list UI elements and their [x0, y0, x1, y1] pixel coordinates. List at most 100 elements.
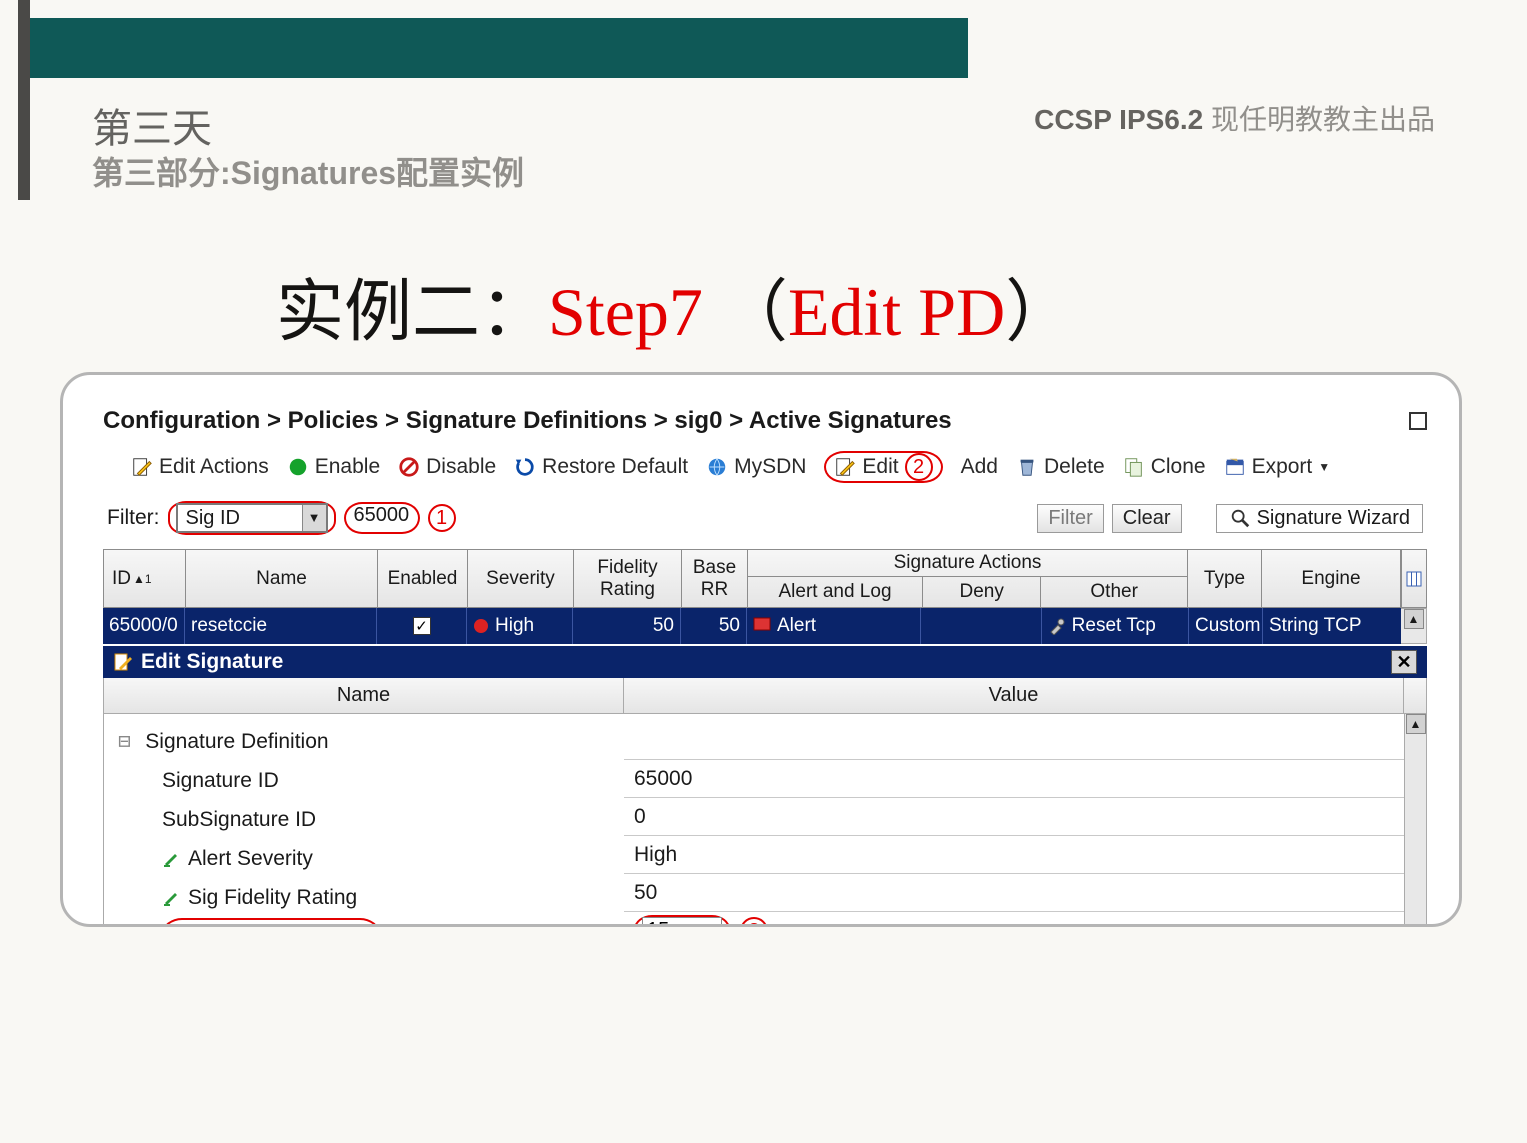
screenshot-frame: Configuration > Policies > Signature Def… [60, 372, 1462, 927]
filter-clear-button[interactable]: Clear [1112, 504, 1182, 533]
col-severity[interactable]: Severity [468, 550, 574, 607]
filter-row: Filter: Sig ID ▼ 65000 1 Filter Clear Si… [103, 497, 1427, 549]
filter-field-value: Sig ID [178, 506, 302, 531]
export-icon [1224, 456, 1246, 478]
annotation-2: 2 [905, 453, 933, 481]
column-chooser-button[interactable] [1401, 549, 1427, 608]
col-type[interactable]: Type [1188, 550, 1262, 607]
mysdn-icon [706, 456, 728, 478]
enabled-checkbox[interactable]: ✓ [413, 617, 431, 635]
ccsp-tail: 现任明教教主出品 [1203, 104, 1435, 135]
maximize-icon[interactable] [1409, 412, 1427, 430]
enable-icon [287, 456, 309, 478]
prop-col-name[interactable]: Name [104, 678, 624, 713]
annotation-3: 3 [740, 917, 768, 928]
col-alert-log[interactable]: Alert and Log [748, 577, 923, 607]
cell-deny [921, 608, 1041, 644]
val-pd: 3 [624, 912, 1404, 927]
toolbar: Edit Actions Enable Disable Restore Defa… [103, 441, 1427, 497]
export-button[interactable]: Export ▼ [1224, 455, 1331, 479]
cell-other: Reset Tcp [1042, 608, 1189, 644]
tool-icon [1048, 617, 1066, 635]
col-fidelity[interactable]: Fidelity Rating [574, 550, 682, 607]
delete-button[interactable]: Delete [1016, 455, 1105, 479]
edit-button[interactable]: Edit 2 [824, 451, 942, 483]
col-other[interactable]: Other [1041, 577, 1187, 607]
pd-label-highlight: Promiscuous Delta [162, 918, 380, 927]
chevron-down-icon[interactable]: ▼ [302, 505, 326, 531]
restore-icon [514, 456, 536, 478]
tree-promiscuous-delta[interactable]: Promiscuous Delta [118, 917, 616, 927]
val-fidelity[interactable]: 50 [624, 874, 1404, 912]
filter-field-highlight: Sig ID ▼ [168, 501, 336, 535]
wizard-icon [1229, 507, 1251, 529]
grid-header: ID▲1 Name Enabled Severity Fidelity Rati… [103, 549, 1401, 608]
tree-subsig-id[interactable]: SubSignature ID [118, 800, 616, 839]
col-enabled[interactable]: Enabled [378, 550, 468, 607]
enable-button[interactable]: Enable [287, 455, 380, 479]
add-label: Add [961, 455, 998, 479]
edit-actions-button[interactable]: Edit Actions [131, 455, 269, 479]
col-id[interactable]: ID▲1 [104, 550, 186, 607]
edit-actions-label: Edit Actions [159, 455, 269, 479]
disable-button[interactable]: Disable [398, 455, 496, 479]
editable-icon [162, 889, 180, 907]
tree-group[interactable]: ⊟ Signature Definition [118, 722, 616, 761]
tree-fidelity[interactable]: Sig Fidelity Rating [118, 878, 616, 917]
filter-label: Filter: [107, 506, 160, 530]
scroll-up-icon[interactable]: ▲ [1404, 609, 1424, 629]
title-red2: Edit PD [788, 274, 1005, 350]
title-lead: 实例二： [276, 274, 548, 350]
cell-engine: String TCP [1263, 608, 1401, 644]
col-deny[interactable]: Deny [923, 577, 1041, 607]
restore-label: Restore Default [542, 455, 688, 479]
column-chooser-icon [1406, 571, 1422, 587]
ccsp-label: CCSP IPS6.2 现任明教教主出品 [1034, 98, 1435, 138]
signature-wizard-label: Signature Wizard [1257, 507, 1410, 530]
edit-label: Edit [862, 455, 898, 479]
editable-icon [162, 850, 180, 868]
cell-enabled[interactable]: ✓ [377, 608, 467, 644]
cell-severity: High [467, 608, 573, 644]
cell-base-rr: 50 [681, 608, 747, 644]
dropdown-caret-icon: ▼ [1318, 460, 1330, 474]
val-subsig: 0 [624, 798, 1404, 836]
prop-col-value[interactable]: Value [624, 678, 1404, 713]
delete-icon [1016, 456, 1038, 478]
col-engine[interactable]: Engine [1262, 550, 1400, 607]
breadcrumb-row: Configuration > Policies > Signature Def… [103, 407, 1427, 441]
edit-signature-titlebar: Edit Signature ✕ [103, 646, 1427, 678]
disable-icon [398, 456, 420, 478]
filter-value-input[interactable]: 65000 [344, 502, 420, 534]
col-sig-actions-label[interactable]: Signature Actions [748, 550, 1187, 577]
header-teal-bar [18, 18, 968, 78]
export-label: Export [1252, 455, 1313, 479]
restore-default-button[interactable]: Restore Default [514, 455, 688, 479]
col-name[interactable]: Name [186, 550, 378, 607]
annotation-1: 1 [428, 504, 456, 532]
mysdn-button[interactable]: MySDN [706, 455, 806, 479]
signature-wizard-button[interactable]: Signature Wizard [1216, 504, 1423, 533]
add-button[interactable]: Add [961, 455, 998, 479]
edit-actions-icon [131, 456, 153, 478]
clone-label: Clone [1151, 455, 1206, 479]
tree-alert-severity[interactable]: Alert Severity [118, 839, 616, 878]
filter-apply-button[interactable]: Filter [1037, 504, 1103, 533]
val-sig-id: 65000 [624, 760, 1404, 798]
promiscuous-delta-input[interactable] [642, 917, 722, 928]
slide-title: 实例二：Step7 （Edit PD） [276, 256, 1073, 355]
clone-icon [1123, 456, 1145, 478]
col-base-rr[interactable]: Base RR [682, 550, 748, 607]
clone-button[interactable]: Clone [1123, 455, 1206, 479]
day-label: 第三天 [92, 96, 212, 154]
filter-field-combo[interactable]: Sig ID ▼ [176, 503, 328, 533]
tree-sig-id[interactable]: Signature ID [118, 761, 616, 800]
val-alert-sev[interactable]: High [624, 836, 1404, 874]
title-red1: Step7 [548, 274, 703, 350]
table-row[interactable]: 65000/0 resetccie ✓ High 50 50 Alert [103, 608, 1401, 644]
edit-icon [834, 456, 856, 478]
prop-scrollbar[interactable]: ▲ [1404, 714, 1426, 927]
close-button[interactable]: ✕ [1391, 650, 1417, 674]
grid-scrollbar[interactable]: ▲ [1401, 608, 1427, 644]
scroll-up-icon[interactable]: ▲ [1406, 714, 1426, 734]
